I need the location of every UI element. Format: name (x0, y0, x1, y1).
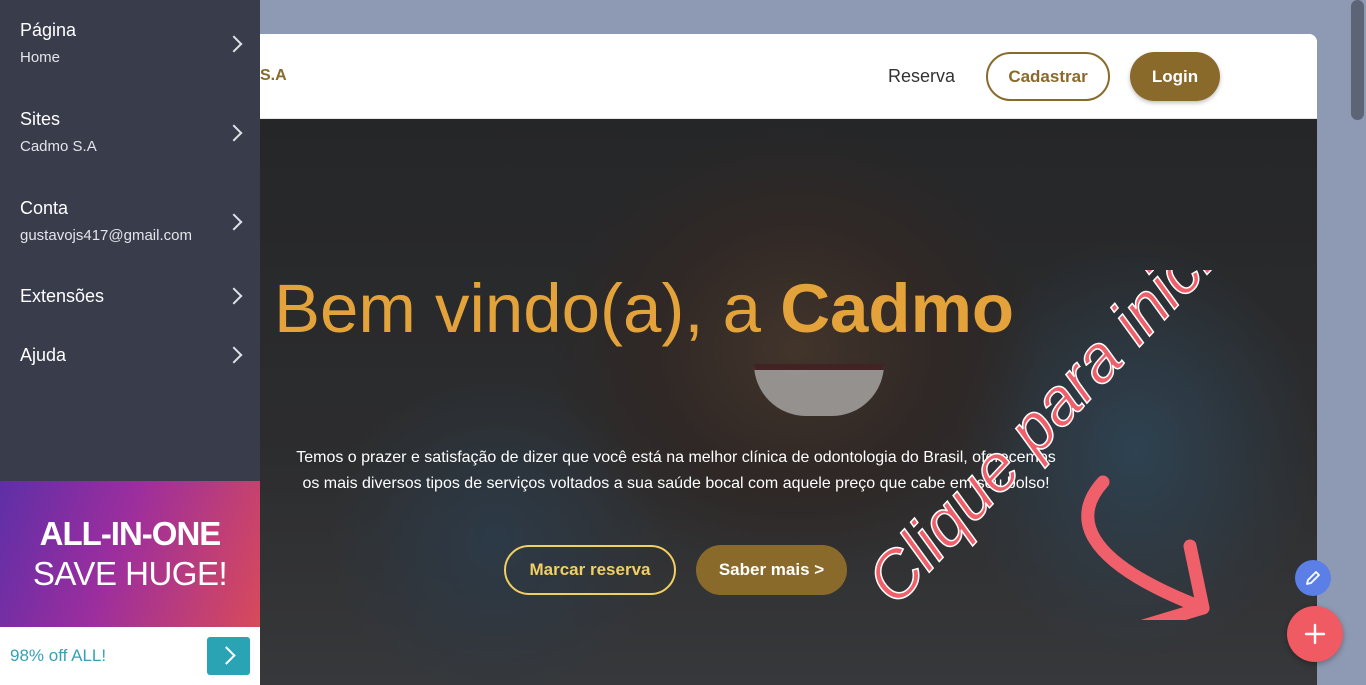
chevron-right-icon (225, 124, 243, 142)
editor-sidebar: Página Home Sites Cadmo S.A Conta gustav… (0, 0, 260, 685)
hero-text-line-2: os mais diversos tipos de serviços volta… (302, 475, 1050, 492)
marcar-reserva-button[interactable]: Marcar reserva (504, 545, 676, 595)
sidebar-item-conta[interactable]: Conta gustavojs417@gmail.com (0, 190, 260, 250)
sidebar-item-extensoes[interactable]: Extensões (0, 276, 260, 336)
promo-subheadline: SAVE HUGE! (32, 555, 228, 592)
promo-banner[interactable]: ALL-IN-ONE SAVE HUGE! (0, 481, 260, 627)
saber-mais-button[interactable]: Saber mais > (696, 545, 847, 595)
sidebar-item-sub: Cadmo S.A (20, 138, 97, 155)
add-fab-button[interactable] (1287, 606, 1343, 662)
plus-icon (1304, 623, 1326, 645)
hero-title-bold: Cadmo (780, 270, 1015, 347)
sidebar-item-label: Página (20, 20, 77, 40)
scrollbar-thumb[interactable] (1351, 0, 1364, 120)
hero-text: Temos o prazer e satisfação de dizer que… (266, 445, 1086, 497)
sidebar-item-sub: gustavojs417@gmail.com (20, 227, 192, 244)
chevron-right-icon (225, 213, 243, 231)
sidebar-item-label: Ajuda (20, 345, 67, 365)
sidebar-item-sites[interactable]: Sites Cadmo S.A (0, 101, 260, 161)
chevron-right-icon (225, 287, 243, 305)
chevron-right-icon (225, 346, 243, 364)
hero-overlay (236, 119, 1317, 685)
hero-section: Bem vindo(a), a Cadmo Temos o prazer e s… (236, 119, 1317, 685)
promo-bar: 98% off ALL! (0, 627, 260, 685)
hero-title: Bem vindo(a), a Cadmo (274, 269, 1014, 348)
edit-fab-button[interactable] (1295, 560, 1331, 596)
sidebar-item-label: Conta (20, 198, 69, 218)
promo-headline: ALL-IN-ONE (39, 515, 222, 552)
chevron-right-icon (225, 35, 243, 53)
hero-title-normal: Bem vindo(a), a (274, 270, 781, 347)
site-logo[interactable]: S.A (260, 67, 287, 85)
site-header: S.A Reserva Cadastrar Login (236, 34, 1317, 119)
website-canvas: S.A Reserva Cadastrar Login Bem vindo(a)… (236, 34, 1317, 685)
sidebar-item-label: Sites (20, 109, 61, 129)
hero-text-line-1: Temos o prazer e satisfação de dizer que… (296, 449, 1056, 466)
promo-bar-text: 98% off ALL! (10, 646, 107, 665)
cadastrar-button[interactable]: Cadastrar (986, 52, 1110, 101)
login-button[interactable]: Login (1130, 52, 1220, 101)
page-scrollbar[interactable] (1349, 0, 1366, 685)
pencil-icon (1306, 571, 1320, 585)
sidebar-item-pagina[interactable]: Página Home (0, 12, 260, 72)
sidebar-item-sub: Home (20, 49, 61, 66)
nav-reserva-link[interactable]: Reserva (888, 66, 955, 87)
sidebar-item-ajuda[interactable]: Ajuda (0, 335, 260, 395)
promo-arrow-button[interactable] (207, 637, 250, 675)
sidebar-item-label: Extensões (20, 286, 105, 306)
